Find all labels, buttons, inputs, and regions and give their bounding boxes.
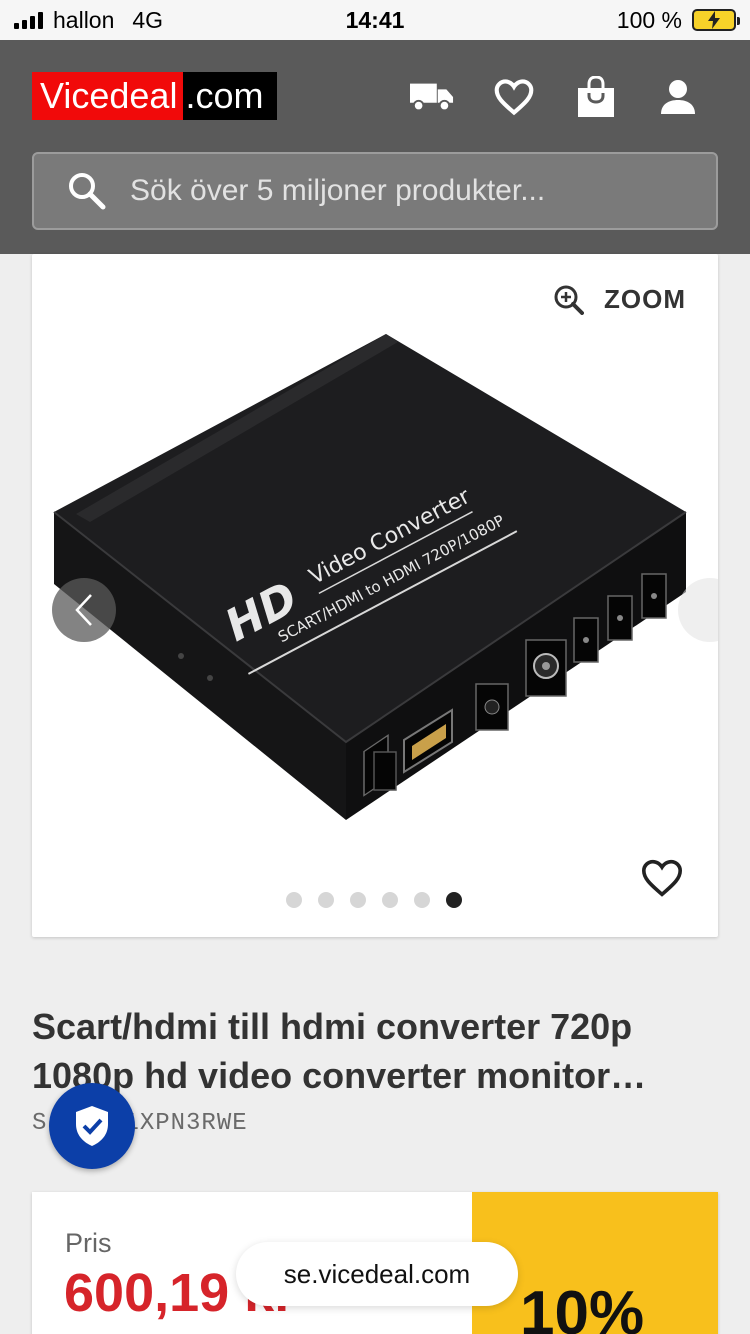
heart-outline-icon bbox=[641, 859, 683, 897]
carousel-dot[interactable] bbox=[414, 892, 430, 908]
buyer-protection-badge[interactable] bbox=[49, 1083, 135, 1169]
status-bar: hallon 4G 14:41 100 % bbox=[0, 0, 750, 40]
battery-percentage: 100 % bbox=[616, 6, 682, 33]
truck-icon[interactable] bbox=[410, 76, 454, 118]
chevron-left-icon bbox=[75, 594, 92, 626]
signal-icon bbox=[14, 11, 43, 29]
product-image: HD Video Converter SCART/HDMI to HDMI 72… bbox=[53, 334, 687, 820]
search-bar[interactable] bbox=[32, 152, 718, 230]
search-icon bbox=[69, 173, 106, 210]
carousel-indicators bbox=[286, 892, 462, 908]
price-label: Pris bbox=[65, 1228, 112, 1258]
heart-icon[interactable] bbox=[492, 76, 536, 118]
add-to-wishlist-button[interactable] bbox=[640, 858, 684, 903]
carousel-dot[interactable] bbox=[350, 892, 366, 908]
previous-image-button[interactable] bbox=[52, 578, 116, 642]
shield-check-icon bbox=[76, 1106, 108, 1146]
search-input[interactable] bbox=[130, 174, 690, 208]
carrier-name: hallon bbox=[53, 6, 115, 33]
logo-text-vicedeal: Vicedeal bbox=[32, 72, 184, 120]
browser-url-bar[interactable]: se.vicedeal.com bbox=[236, 1242, 518, 1306]
carousel-dot[interactable] bbox=[286, 892, 302, 908]
site-header: Vicedeal .com bbox=[0, 40, 750, 254]
product-gallery: ZOOM HD Video Converter SCART/HDMI to HD… bbox=[32, 254, 718, 937]
vicedeal-logo[interactable]: Vicedeal .com bbox=[32, 72, 278, 120]
zoom-button[interactable]: ZOOM bbox=[554, 284, 686, 315]
network-type: 4G bbox=[132, 6, 164, 33]
battery-charging-icon bbox=[692, 9, 740, 31]
carousel-dot[interactable] bbox=[318, 892, 334, 908]
discount-value: 10% bbox=[520, 1279, 645, 1334]
user-icon[interactable] bbox=[656, 76, 700, 118]
shopping-bag-icon[interactable] bbox=[574, 76, 618, 118]
zoom-label: ZOOM bbox=[604, 284, 686, 314]
logo-text-com: .com bbox=[183, 72, 278, 120]
carousel-dot[interactable] bbox=[382, 892, 398, 908]
zoom-in-icon bbox=[554, 285, 584, 315]
carousel-dot-active[interactable] bbox=[446, 892, 462, 908]
product-title: Scart/hdmi till hdmi converter 720p 1080… bbox=[32, 1006, 647, 1096]
